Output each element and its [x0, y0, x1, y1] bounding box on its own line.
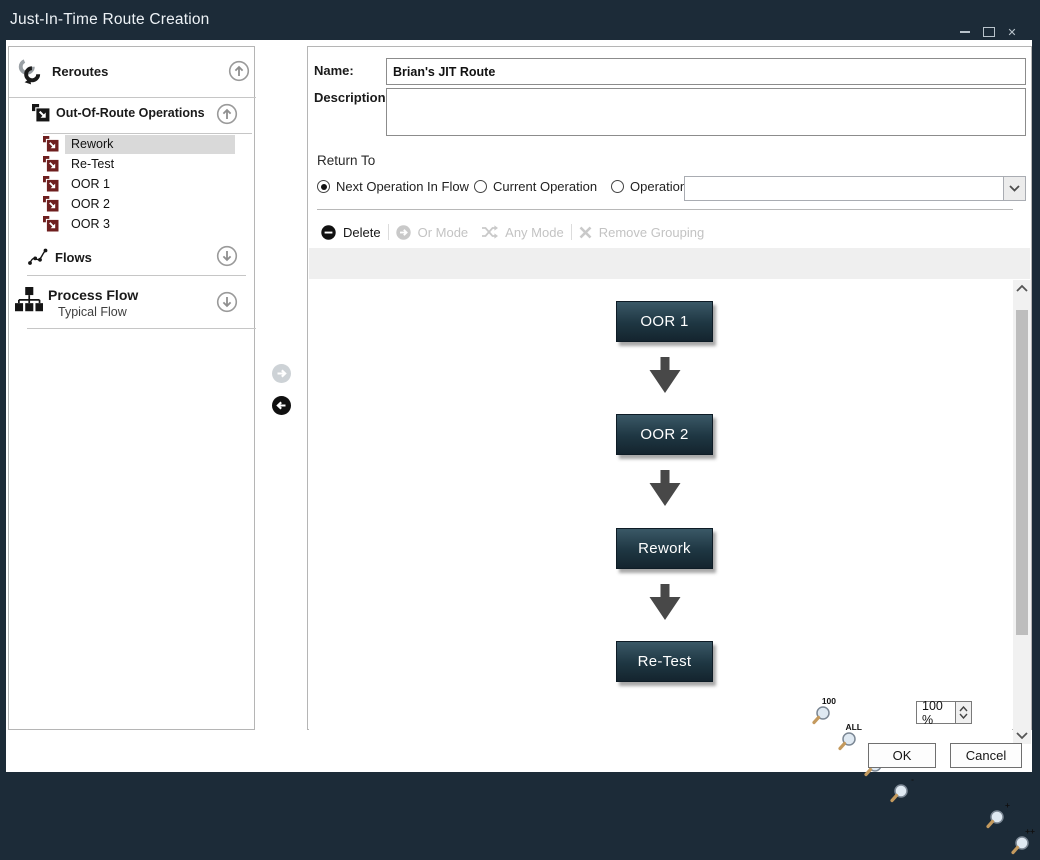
- zoom-in-button[interactable]: +: [983, 803, 1009, 829]
- delete-button[interactable]: Delete: [343, 225, 381, 240]
- maximize-icon[interactable]: [981, 24, 997, 40]
- divider: [27, 328, 256, 329]
- divider: [571, 224, 572, 240]
- sidebar-item-process-flow[interactable]: Process Flow: [48, 287, 138, 303]
- scroll-down-icon[interactable]: [1015, 731, 1029, 740]
- oor-step-icon: [43, 156, 59, 172]
- radio-current-operation[interactable]: Current Operation: [474, 179, 597, 194]
- zoom-100-button[interactable]: 100: [809, 699, 835, 725]
- expand-down-icon[interactable]: [216, 291, 238, 313]
- divider: [388, 224, 389, 240]
- spin-up-icon[interactable]: [959, 706, 968, 712]
- vertical-scrollbar[interactable]: [1013, 280, 1031, 744]
- zoom-in-label: +: [1005, 800, 1010, 810]
- chevron-down-icon[interactable]: [1003, 177, 1025, 200]
- or-mode-icon: [396, 225, 411, 240]
- zoom-all-button[interactable]: ALL: [835, 725, 861, 751]
- any-mode-shuffle-icon: [481, 225, 498, 239]
- description-input[interactable]: [386, 88, 1026, 136]
- expand-down-icon[interactable]: [216, 245, 238, 267]
- title-bar: Just-In-Time Route Creation ✕: [0, 0, 1040, 40]
- flows-icon: [27, 246, 49, 268]
- tree-item-label: OOR 2: [71, 197, 110, 211]
- remove-grouping-button: Remove Grouping: [599, 225, 705, 240]
- divider: [43, 133, 252, 134]
- tree-item-label: OOR 1: [71, 177, 110, 191]
- radio-dot[interactable]: [317, 180, 330, 193]
- collapse-up-icon[interactable]: [216, 103, 238, 125]
- spin-down-icon[interactable]: [959, 713, 968, 719]
- tree-item-label: OOR 3: [71, 217, 110, 231]
- close-icon[interactable]: ✕: [1004, 24, 1020, 40]
- oor-group-icon: [32, 104, 50, 122]
- minimize-icon[interactable]: [957, 24, 973, 40]
- or-mode-button: Or Mode: [418, 225, 469, 240]
- divider: [317, 209, 1013, 210]
- zoom-out-label: -: [911, 774, 914, 784]
- flow-node-rework[interactable]: Rework: [616, 528, 713, 569]
- spinner-arrows[interactable]: [955, 702, 971, 723]
- flow-arrow-down-icon: [644, 470, 686, 507]
- process-flow-sublabel: Typical Flow: [58, 305, 127, 319]
- remove-grouping-icon: [579, 226, 592, 239]
- sidebar-item-oor-operations[interactable]: Out-Of-Route Operations: [56, 106, 205, 120]
- move-left-icon[interactable]: [272, 396, 291, 415]
- oor-step-icon: [43, 216, 59, 232]
- description-label: Description:: [314, 90, 390, 105]
- sidebar-panel: Reroutes Out-Of-Route Operations Rework: [8, 46, 255, 730]
- tree-item-oor-2[interactable]: OOR 2: [9, 195, 256, 215]
- name-input[interactable]: [386, 58, 1026, 85]
- window-title: Just-In-Time Route Creation: [10, 11, 210, 29]
- radio-label: Current Operation: [493, 179, 597, 194]
- name-label: Name:: [314, 63, 354, 78]
- scrollbar-thumb[interactable]: [1016, 310, 1028, 635]
- radio-dot[interactable]: [474, 180, 487, 193]
- flow-group-band: [309, 248, 1030, 279]
- tree-item-oor-3[interactable]: OOR 3: [9, 215, 256, 235]
- collapse-up-icon[interactable]: [228, 60, 250, 82]
- zoom-100-label: 100: [822, 696, 836, 706]
- ok-button[interactable]: OK: [868, 743, 936, 768]
- editor-panel: Name: Description: Return To Next Operat…: [307, 46, 1032, 730]
- reroute-icon: [16, 57, 44, 85]
- flow-arrow-down-icon: [644, 584, 686, 621]
- divider: [9, 97, 256, 98]
- tree-item-label: Re-Test: [71, 157, 114, 171]
- sidebar-item-reroutes[interactable]: Reroutes: [52, 64, 108, 79]
- zoom-out-button[interactable]: -: [887, 777, 913, 803]
- flow-node-oor-2[interactable]: OOR 2: [616, 414, 713, 455]
- oor-step-icon: [43, 176, 59, 192]
- operation-select[interactable]: [684, 176, 1026, 201]
- zoom-in-double-label: ++: [1025, 826, 1035, 836]
- return-to-label: Return To: [317, 153, 375, 168]
- sidebar-item-flows[interactable]: Flows: [55, 250, 92, 265]
- flow-node-oor-1[interactable]: OOR 1: [616, 301, 713, 342]
- operation-select-value: [685, 177, 1003, 200]
- tree-item-oor-1[interactable]: OOR 1: [9, 175, 256, 195]
- tree-item-label: Rework: [71, 137, 113, 151]
- tree-item-re-test[interactable]: Re-Test: [9, 155, 256, 175]
- radio-operation[interactable]: Operation: [611, 179, 687, 194]
- any-mode-button: Any Mode: [505, 225, 564, 240]
- delete-icon[interactable]: [321, 225, 336, 240]
- divider: [27, 275, 246, 276]
- zoom-all-label: ALL: [845, 722, 862, 732]
- magnifier-icon: [887, 777, 913, 803]
- zoom-in-double-button[interactable]: ++: [1008, 829, 1034, 855]
- zoom-level-spinner[interactable]: 100 %: [916, 701, 972, 724]
- tree-item-rework[interactable]: Rework: [9, 135, 256, 155]
- scroll-up-icon[interactable]: [1015, 284, 1029, 293]
- process-flow-icon: [15, 287, 43, 315]
- radio-next-operation[interactable]: Next Operation In Flow: [317, 179, 469, 194]
- radio-label: Next Operation In Flow: [336, 179, 469, 194]
- radio-label: Operation: [630, 179, 687, 194]
- flow-arrow-down-icon: [644, 357, 686, 394]
- oor-step-icon: [43, 196, 59, 212]
- radio-dot[interactable]: [611, 180, 624, 193]
- cancel-button[interactable]: Cancel: [950, 743, 1022, 768]
- oor-step-icon: [43, 136, 59, 152]
- move-right-icon: [272, 364, 291, 383]
- zoom-level-value: 100 %: [917, 702, 955, 723]
- flow-node-re-test[interactable]: Re-Test: [616, 641, 713, 682]
